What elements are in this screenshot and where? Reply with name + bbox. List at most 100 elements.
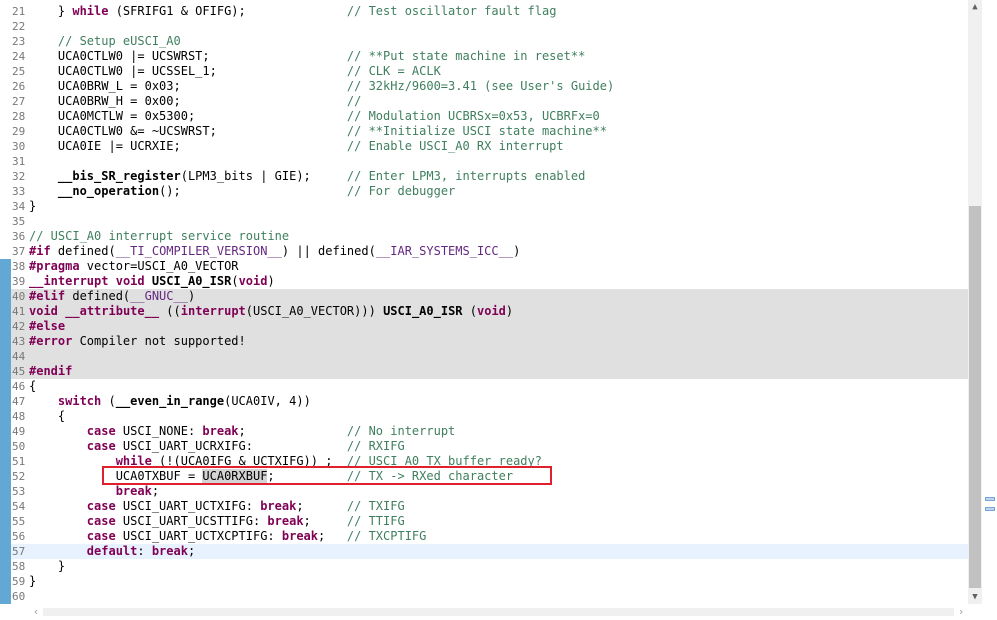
line-number: 24 xyxy=(12,50,26,63)
code-line[interactable]: 28 UCA0MCTLW = 0x5300; // Modulation UCB… xyxy=(0,109,968,124)
code-text[interactable]: case USCI_UART_UCSTTIFG: break; // TTIFG xyxy=(29,514,405,529)
code-text[interactable]: #error Compiler not supported! xyxy=(29,334,246,349)
line-number: 37 xyxy=(12,245,26,258)
code-text[interactable]: UCA0CTLW0 &= ~UCSWRST; // **Initialize U… xyxy=(29,124,607,139)
code-line[interactable]: 36// USCI_A0 interrupt service routine xyxy=(0,229,968,244)
occurrence-marker[interactable] xyxy=(985,507,995,511)
code-line[interactable]: 57 default: break; xyxy=(0,544,968,559)
code-line[interactable]: 32 __bis_SR_register(LPM3_bits | GIE); /… xyxy=(0,169,968,184)
code-text[interactable]: { xyxy=(29,409,65,424)
code-line[interactable]: 27 UCA0BRW_H = 0x00; // xyxy=(0,94,968,109)
code-editor[interactable]: 21 } while (SFRIFG1 & OFIFG); // Test os… xyxy=(0,0,968,604)
code-line[interactable]: 24 UCA0CTLW0 |= UCSWRST; // **Put state … xyxy=(0,49,968,64)
code-line[interactable]: 26 UCA0BRW_L = 0x03; // 32kHz/9600=3.41 … xyxy=(0,79,968,94)
vertical-scrollbar[interactable]: ▲ ▼ xyxy=(968,0,982,604)
code-text[interactable]: } xyxy=(29,574,36,589)
code-line[interactable]: 50 case USCI_UART_UCRXIFG: // RXIFG xyxy=(0,439,968,454)
change-indicator xyxy=(0,379,11,394)
code-text[interactable]: __no_operation(); // For debugger xyxy=(29,184,455,199)
change-indicator xyxy=(0,529,11,544)
code-line[interactable]: 53 break; xyxy=(0,484,968,499)
code-line[interactable]: 29 UCA0CTLW0 &= ~UCSWRST; // **Initializ… xyxy=(0,124,968,139)
code-line[interactable]: 33 __no_operation(); // For debugger xyxy=(0,184,968,199)
scroll-left-icon[interactable]: ‹ xyxy=(29,604,43,620)
code-text[interactable]: case USCI_UART_UCRXIFG: // RXIFG xyxy=(29,439,405,454)
code-text[interactable]: // Setup eUSCI_A0 xyxy=(29,34,181,49)
code-line[interactable]: 59} xyxy=(0,574,968,589)
code-line[interactable]: 22 xyxy=(0,19,968,34)
code-line[interactable]: 58 } xyxy=(0,559,968,574)
change-indicator xyxy=(0,304,11,319)
change-indicator xyxy=(0,49,11,64)
code-line[interactable]: 48 { xyxy=(0,409,968,424)
code-text[interactable]: __interrupt void USCI_A0_ISR(void) xyxy=(29,274,275,289)
code-text[interactable]: { xyxy=(29,379,36,394)
code-line[interactable]: 38 #pragma vector=USCI_A0_VECTOR xyxy=(0,259,968,274)
scroll-down-icon[interactable]: ▼ xyxy=(968,590,982,604)
change-indicator xyxy=(0,424,11,439)
code-line[interactable]: 21 } while (SFRIFG1 & OFIFG); // Test os… xyxy=(0,4,968,19)
code-text[interactable]: #elif defined(__GNUC__) xyxy=(29,289,195,304)
code-line[interactable]: 23 // Setup eUSCI_A0 xyxy=(0,34,968,49)
overview-ruler[interactable] xyxy=(982,0,997,604)
code-text[interactable]: case USCI_NONE: break; // No interrupt xyxy=(29,424,455,439)
code-line[interactable]: 55 case USCI_UART_UCSTTIFG: break; // TT… xyxy=(0,514,968,529)
code-text[interactable]: UCA0MCTLW = 0x5300; // Modulation UCBRSx… xyxy=(29,109,600,124)
code-line[interactable]: 49 case USCI_NONE: break; // No interrup… xyxy=(0,424,968,439)
scroll-up-icon[interactable]: ▲ xyxy=(968,0,982,14)
change-indicator xyxy=(0,574,11,589)
code-line[interactable]: 56 case USCI_UART_UCTXCPTIFG: break; // … xyxy=(0,529,968,544)
code-text[interactable]: } xyxy=(29,199,36,214)
change-indicator xyxy=(0,64,11,79)
line-number: 27 xyxy=(12,95,26,108)
code-text[interactable]: switch (__even_in_range(UCA0IV, 4)) xyxy=(29,394,311,409)
code-line[interactable]: 60 xyxy=(0,589,968,604)
code-text[interactable]: #else xyxy=(29,319,65,334)
code-text[interactable]: case USCI_UART_UCTXIFG: break; // TXIFG xyxy=(29,499,405,514)
code-text[interactable]: __bis_SR_register(LPM3_bits | GIE); // E… xyxy=(29,169,585,184)
code-line[interactable]: 41 void __attribute__ ((interrupt(USCI_A0… xyxy=(0,304,968,319)
horizontal-scroll-track[interactable] xyxy=(43,608,954,616)
scroll-right-icon[interactable]: › xyxy=(954,604,968,620)
code-line[interactable]: 45 #endif xyxy=(0,364,968,379)
code-text[interactable]: UCA0CTLW0 |= UCSWRST; // **Put state mac… xyxy=(29,49,585,64)
code-line[interactable]: 46{ xyxy=(0,379,968,394)
code-text[interactable]: #endif xyxy=(29,364,72,379)
code-line[interactable]: 47 switch (__even_in_range(UCA0IV, 4)) xyxy=(0,394,968,409)
occurrence-marker[interactable] xyxy=(985,497,995,501)
code-text[interactable]: UCA0BRW_H = 0x00; // xyxy=(29,94,361,109)
code-text[interactable]: // USCI_A0 interrupt service routine xyxy=(29,229,289,244)
code-line[interactable]: 39 __interrupt void USCI_A0_ISR(void) xyxy=(0,274,968,289)
code-text[interactable]: } xyxy=(29,559,65,574)
code-line[interactable]: 40 #elif defined(__GNUC__) xyxy=(0,289,968,304)
code-text[interactable]: #if defined(__TI_COMPILER_VERSION__) || … xyxy=(29,244,520,259)
code-line[interactable]: 44 xyxy=(0,349,968,364)
line-number: 59 xyxy=(12,575,26,588)
code-text[interactable]: case USCI_UART_UCTXCPTIFG: break; // TXC… xyxy=(29,529,427,544)
vertical-scroll-thumb[interactable] xyxy=(969,206,981,588)
code-line[interactable]: 30 UCA0IE |= UCRXIE; // Enable USCI_A0 R… xyxy=(0,139,968,154)
change-indicator xyxy=(0,4,11,19)
change-indicator xyxy=(0,94,11,109)
change-indicator xyxy=(0,439,11,454)
code-line[interactable]: 54 case USCI_UART_UCTXIFG: break; // TXI… xyxy=(0,499,968,514)
code-line[interactable]: 25 UCA0CTLW0 |= UCSSEL_1; // CLK = ACLK xyxy=(0,64,968,79)
code-line[interactable]: 42 #else xyxy=(0,319,968,334)
code-text[interactable]: #pragma vector=USCI_A0_VECTOR xyxy=(29,259,239,274)
code-text[interactable]: void __attribute__ ((interrupt(USCI_A0_V… xyxy=(29,304,513,319)
line-number: 32 xyxy=(12,170,26,183)
change-indicator xyxy=(0,259,11,274)
horizontal-scrollbar[interactable]: ‹ › xyxy=(29,604,968,620)
code-text[interactable]: break; xyxy=(29,484,159,499)
code-line[interactable]: 34} xyxy=(0,199,968,214)
code-text[interactable]: UCA0IE |= UCRXIE; // Enable USCI_A0 RX i… xyxy=(29,139,564,154)
code-line[interactable]: 37 #if defined(__TI_COMPILER_VERSION__) |… xyxy=(0,244,968,259)
code-text[interactable]: } while (SFRIFG1 & OFIFG); // Test oscil… xyxy=(29,4,557,19)
code-line[interactable]: 31 xyxy=(0,154,968,169)
code-line[interactable]: 43 #error Compiler not supported! xyxy=(0,334,968,349)
code-text[interactable]: UCA0BRW_L = 0x03; // 32kHz/9600=3.41 (se… xyxy=(29,79,614,94)
code-line[interactable]: 35 xyxy=(0,214,968,229)
code-text[interactable]: default: break; xyxy=(29,544,195,559)
code-text[interactable]: UCA0CTLW0 |= UCSSEL_1; // CLK = ACLK xyxy=(29,64,441,79)
change-indicator xyxy=(0,109,11,124)
